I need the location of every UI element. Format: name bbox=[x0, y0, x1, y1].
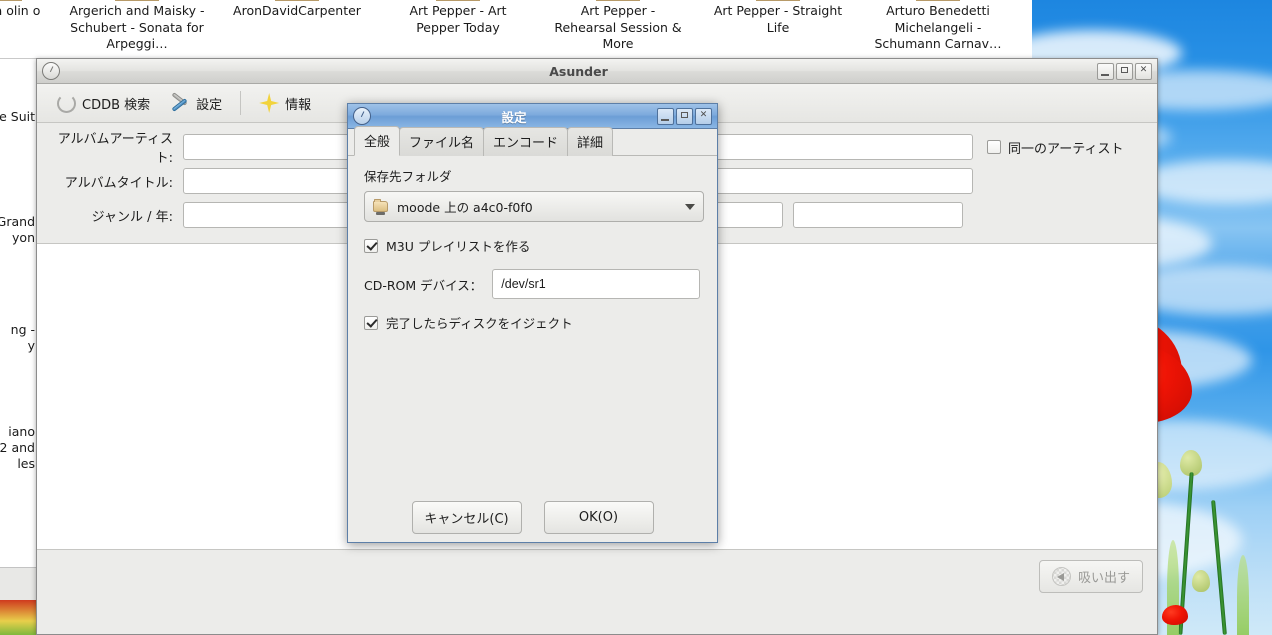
preferences-title: 設定 bbox=[371, 107, 657, 126]
refresh-icon bbox=[57, 94, 76, 113]
asunder-title: Asunder bbox=[60, 64, 1097, 79]
file-icon-item[interactable]: Art Pepper - Art Pepper Today bbox=[388, 0, 528, 36]
destination-folder-label: 保存先フォルダ bbox=[364, 166, 701, 185]
checkbox-box[interactable] bbox=[987, 140, 1001, 154]
tab-advanced[interactable]: 詳細 bbox=[567, 127, 613, 156]
folder-icon bbox=[436, 0, 480, 1]
close-button[interactable]: ✕ bbox=[1135, 63, 1152, 80]
asunder-window-controls: ✕ bbox=[1097, 63, 1152, 80]
folder-icon bbox=[596, 0, 640, 1]
genre-year-label: ジャンル / 年: bbox=[45, 206, 183, 225]
file-icon-row: k, Bela olin o Argerich and Maisky - Sch… bbox=[0, 0, 1032, 58]
year-input[interactable] bbox=[793, 202, 963, 228]
album-title-label: アルバムタイトル: bbox=[45, 172, 183, 191]
toolbar-separator bbox=[240, 91, 241, 115]
chevron-down-icon bbox=[685, 204, 695, 210]
rip-icon bbox=[1052, 567, 1071, 586]
ok-button[interactable]: OK(O) bbox=[544, 501, 654, 534]
file-icon-item[interactable]: k, Bela olin o bbox=[0, 0, 70, 20]
checkbox-box[interactable] bbox=[364, 316, 378, 330]
asunder-app-icon bbox=[42, 62, 60, 80]
file-icon-label: Argerich and Maisky - Schubert - Sonata … bbox=[67, 3, 207, 53]
file-icon-label: Art Pepper - Art Pepper Today bbox=[388, 3, 528, 36]
folder-icon bbox=[115, 0, 159, 1]
asunder-titlebar[interactable]: Asunder ✕ bbox=[37, 59, 1157, 84]
file-icon-label: Art Pepper - Straight Life bbox=[708, 3, 848, 36]
preferences-tabs: 全般 ファイル名 エンコード 詳細 bbox=[348, 129, 717, 156]
preferences-maximize-button[interactable] bbox=[676, 108, 693, 125]
toolbar-about-button[interactable]: 情報 bbox=[251, 89, 319, 117]
file-label-fragment: les bbox=[17, 456, 35, 473]
cdrom-device-input[interactable] bbox=[492, 269, 700, 299]
network-folder-icon bbox=[373, 200, 390, 214]
preferences-dialog: 設定 ✕ 全般 ファイル名 エンコード 詳細 保存先フォルダ moode 上の … bbox=[347, 103, 718, 543]
file-label-fragment: yon bbox=[12, 230, 35, 247]
album-artist-label: アルバムアーティスト: bbox=[45, 128, 183, 166]
file-label-fragment: e Suit bbox=[0, 109, 35, 126]
desktop-wallpaper-strip bbox=[0, 600, 36, 635]
file-icon-item[interactable]: AronDavidCarpenter bbox=[227, 0, 367, 20]
asunder-bottom-bar: 吸い出す bbox=[37, 550, 1157, 602]
preferences-app-icon bbox=[353, 107, 371, 125]
folder-icon bbox=[916, 0, 960, 1]
m3u-playlist-checkbox[interactable]: M3U プレイリストを作る bbox=[364, 236, 701, 255]
file-label-fragment: iano bbox=[8, 424, 35, 441]
file-icon-label: AronDavidCarpenter bbox=[227, 3, 367, 20]
tab-filename[interactable]: ファイル名 bbox=[399, 127, 484, 156]
poppy-bud bbox=[1192, 570, 1210, 592]
tools-icon bbox=[170, 94, 190, 113]
file-icon-label: k, Bela olin o bbox=[0, 3, 70, 20]
tab-encode[interactable]: エンコード bbox=[483, 127, 568, 156]
file-icon-item[interactable]: Art Pepper - Straight Life bbox=[708, 0, 848, 36]
star-icon bbox=[259, 93, 279, 113]
preferences-general-page: 保存先フォルダ moode 上の a4c0-f0f0 M3U プレイリストを作る… bbox=[348, 156, 717, 493]
eject-on-finish-checkbox[interactable]: 完了したらディスクをイジェクト bbox=[364, 313, 701, 332]
destination-folder-combo[interactable]: moode 上の a4c0-f0f0 bbox=[364, 191, 704, 222]
file-icon-item[interactable]: Arturo Benedetti Michelangeli - Schumann… bbox=[868, 0, 1008, 53]
preferences-close-button[interactable]: ✕ bbox=[695, 108, 712, 125]
m3u-playlist-label: M3U プレイリストを作る bbox=[386, 236, 530, 255]
folder-icon bbox=[756, 0, 800, 1]
screen: k, Bela olin o Argerich and Maisky - Sch… bbox=[0, 0, 1272, 635]
file-label-fragment: Grand bbox=[0, 214, 35, 231]
file-label-fragment: ng - bbox=[11, 322, 35, 339]
file-label-fragment: 2 and bbox=[0, 440, 35, 457]
folder-icon bbox=[0, 0, 22, 1]
maximize-button[interactable] bbox=[1116, 63, 1133, 80]
file-icon-label: Art Pepper - Rehearsal Session & More bbox=[548, 3, 688, 53]
checkbox-box[interactable] bbox=[364, 239, 378, 253]
cdrom-device-label: CD-ROM デバイス： bbox=[364, 275, 482, 294]
preferences-window-controls: ✕ bbox=[657, 108, 712, 125]
preferences-minimize-button[interactable] bbox=[657, 108, 674, 125]
grass-blade bbox=[1237, 555, 1249, 635]
rip-button[interactable]: 吸い出す bbox=[1039, 560, 1143, 593]
folder-icon bbox=[275, 0, 319, 1]
file-icon-item[interactable]: Argerich and Maisky - Schubert - Sonata … bbox=[67, 0, 207, 53]
toolbar-cddb-lookup-button[interactable]: CDDB 検索 bbox=[49, 90, 158, 117]
preferences-titlebar[interactable]: 設定 ✕ bbox=[348, 104, 717, 129]
toolbar-preferences-label: 設定 bbox=[196, 94, 222, 113]
toolbar-preferences-button[interactable]: 設定 bbox=[162, 90, 230, 117]
cancel-button[interactable]: キャンセル(C) bbox=[412, 501, 522, 534]
rip-button-label: 吸い出す bbox=[1078, 567, 1130, 586]
minimize-button[interactable] bbox=[1097, 63, 1114, 80]
file-label-fragment: y bbox=[28, 338, 35, 355]
cdrom-device-row: CD-ROM デバイス： bbox=[364, 269, 701, 299]
file-manager-left-column: e Suit Grand yon ng - y iano 2 and les bbox=[0, 59, 37, 568]
toolbar-cddb-label: CDDB 検索 bbox=[82, 94, 150, 113]
same-artist-checkbox[interactable]: 同一のアーティスト bbox=[987, 138, 1123, 157]
toolbar-about-label: 情報 bbox=[285, 94, 311, 113]
eject-on-finish-label: 完了したらディスクをイジェクト bbox=[386, 313, 573, 332]
tab-general[interactable]: 全般 bbox=[354, 126, 400, 156]
same-artist-label: 同一のアーティスト bbox=[1008, 138, 1123, 157]
destination-folder-value: moode 上の a4c0-f0f0 bbox=[397, 197, 678, 216]
poppy-petal-small bbox=[1162, 605, 1188, 625]
file-icon-label: Arturo Benedetti Michelangeli - Schumann… bbox=[868, 3, 1008, 53]
preferences-action-bar: キャンセル(C) OK(O) bbox=[348, 492, 717, 542]
file-icon-item[interactable]: Art Pepper - Rehearsal Session & More bbox=[548, 0, 688, 53]
